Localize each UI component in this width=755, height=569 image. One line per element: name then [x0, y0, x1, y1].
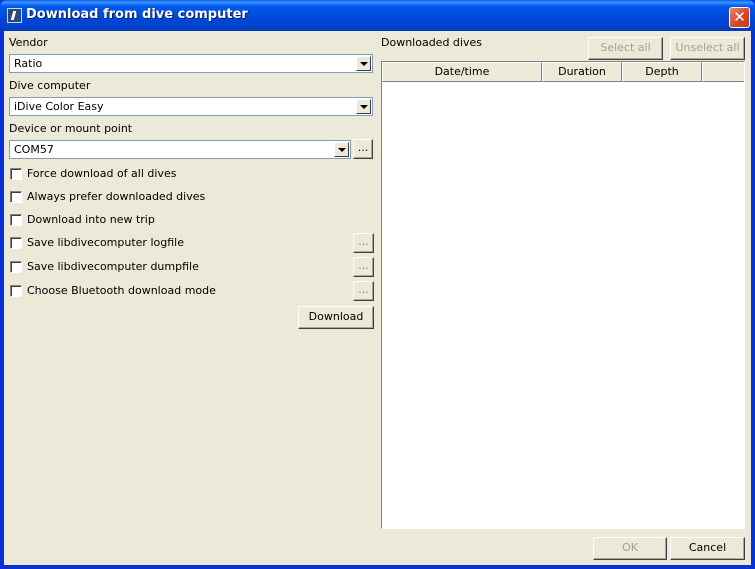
- window-title: Download from dive computer: [26, 7, 248, 22]
- prefer-downloaded-checkbox[interactable]: [10, 191, 22, 203]
- download-button[interactable]: Download: [298, 306, 374, 329]
- prefer-downloaded-label: Always prefer downloaded dives: [27, 190, 206, 203]
- bluetooth-browse-button[interactable]: ...: [353, 281, 374, 301]
- device-label: Device or mount point: [9, 122, 133, 135]
- column-header-duration[interactable]: Duration: [542, 62, 622, 82]
- dumpfile-browse-button[interactable]: ...: [353, 257, 374, 277]
- dive-computer-value: iDive Color Easy: [14, 100, 104, 113]
- new-trip-checkbox[interactable]: [10, 214, 22, 226]
- column-header-datetime[interactable]: Date/time: [382, 62, 542, 82]
- new-trip-label: Download into new trip: [27, 213, 155, 226]
- column-header-depth[interactable]: Depth: [622, 62, 702, 82]
- device-value: COM57: [14, 143, 54, 156]
- device-browse-button[interactable]: ...: [353, 139, 373, 159]
- unselect-all-button[interactable]: Unselect all: [670, 37, 745, 60]
- dialog-window: Download from dive computer ✕ Vendor Rat…: [0, 0, 755, 569]
- save-dumpfile-checkbox[interactable]: [10, 261, 22, 273]
- close-button[interactable]: ✕: [729, 7, 750, 28]
- vendor-value: Ratio: [14, 57, 43, 70]
- select-all-button[interactable]: Select all: [588, 37, 663, 60]
- vendor-select[interactable]: Ratio: [9, 54, 373, 73]
- column-header-filler: [702, 62, 744, 82]
- dive-computer-label: Dive computer: [9, 79, 91, 92]
- device-select[interactable]: COM57: [9, 140, 351, 159]
- downloaded-dives-table[interactable]: Date/time Duration Depth: [381, 61, 745, 529]
- chevron-down-icon[interactable]: [356, 99, 371, 114]
- ok-button[interactable]: OK: [593, 537, 667, 560]
- dive-computer-select[interactable]: iDive Color Easy: [9, 97, 373, 116]
- downloaded-dives-label: Downloaded dives: [381, 36, 482, 49]
- bluetooth-mode-label: Choose Bluetooth download mode: [27, 284, 216, 297]
- force-download-checkbox[interactable]: [10, 168, 22, 180]
- save-logfile-checkbox[interactable]: [10, 237, 22, 249]
- save-logfile-label: Save libdivecomputer logfile: [27, 236, 184, 249]
- logfile-browse-button[interactable]: ...: [353, 233, 374, 253]
- force-download-label: Force download of all dives: [27, 167, 177, 180]
- vendor-label: Vendor: [9, 36, 48, 49]
- chevron-down-icon[interactable]: [334, 142, 349, 157]
- cancel-button[interactable]: Cancel: [670, 537, 745, 560]
- title-bar[interactable]: Download from dive computer ✕: [0, 0, 755, 31]
- chevron-down-icon[interactable]: [356, 56, 371, 71]
- bluetooth-mode-checkbox[interactable]: [10, 285, 22, 297]
- app-diver-icon: [7, 8, 22, 23]
- save-dumpfile-label: Save libdivecomputer dumpfile: [27, 260, 199, 273]
- dialog-body: Vendor Ratio Dive computer iDive Color E…: [4, 31, 751, 565]
